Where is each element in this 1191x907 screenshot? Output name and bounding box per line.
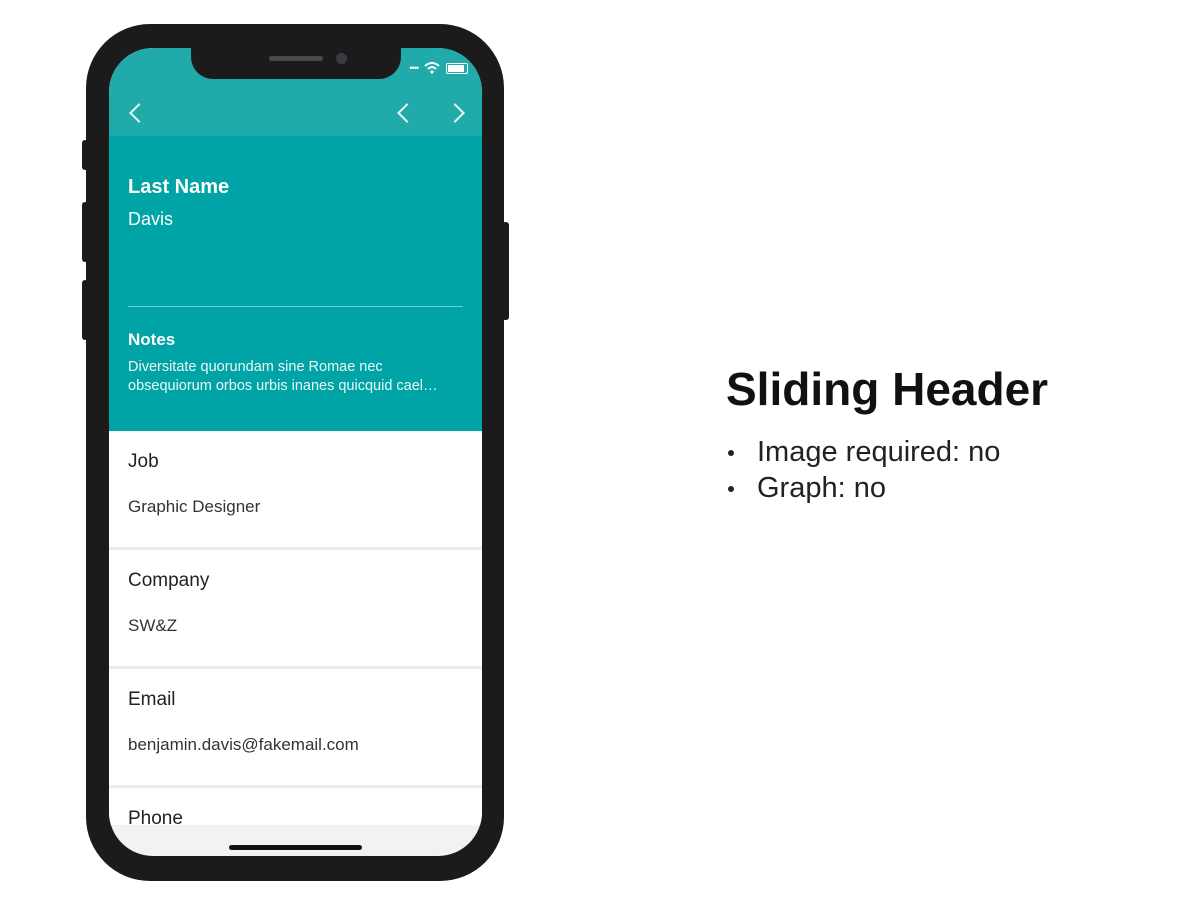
chevron-left-icon — [129, 103, 149, 123]
volume-down-button — [82, 280, 88, 340]
back-button[interactable] — [126, 102, 149, 124]
previous-record-button[interactable] — [394, 102, 417, 124]
last-name-value: Davis — [128, 209, 174, 229]
pattern-title: Sliding Header — [726, 363, 1049, 415]
next-record-button[interactable] — [445, 102, 466, 124]
field-label: Job — [128, 451, 159, 472]
field-value: Graphic Designer — [128, 497, 261, 516]
notch — [191, 48, 401, 79]
sliding-header: Last Name Davis Notes Diversitate quorun… — [109, 136, 482, 431]
notes-text: Diversitate quorundam sine Romae nec obs… — [128, 358, 468, 396]
mute-switch — [82, 140, 88, 170]
phone-card[interactable]: Phone — [109, 788, 482, 825]
status-bar: •••• — [409, 62, 468, 74]
chevron-left-icon — [397, 103, 417, 123]
last-name-label: Last Name — [128, 176, 230, 198]
header-divider — [128, 306, 463, 307]
field-value: benjamin.davis@fakemail.com — [128, 735, 359, 754]
chevron-right-icon — [445, 103, 465, 123]
power-button — [502, 222, 509, 320]
property-item: Image required: no — [726, 435, 1000, 471]
notes-label: Notes — [128, 330, 176, 349]
speaker-grille — [269, 56, 323, 61]
front-camera-icon — [336, 53, 347, 64]
field-label: Email — [128, 689, 176, 710]
company-card[interactable]: Company SW&Z — [109, 550, 482, 669]
email-card[interactable]: Email benjamin.davis@fakemail.com — [109, 669, 482, 788]
pattern-properties-list: Image required: no Graph: no — [726, 435, 1000, 507]
property-item: Graph: no — [726, 471, 1000, 507]
job-card[interactable]: Job Graphic Designer — [109, 431, 482, 550]
battery-icon — [446, 62, 468, 74]
signal-icon: •••• — [409, 63, 419, 73]
volume-up-button — [82, 202, 88, 262]
field-label: Phone — [128, 808, 183, 825]
notes-line: Diversitate quorundam sine Romae nec — [128, 359, 383, 375]
wifi-icon — [424, 62, 440, 74]
field-label: Company — [128, 570, 210, 591]
home-indicator[interactable] — [229, 845, 362, 850]
notes-line: obsequiorum orbos urbis inanes quicquid … — [128, 378, 438, 394]
phone-screen: •••• Last Name Davis Notes Diversitate q… — [109, 48, 482, 856]
field-value: SW&Z — [128, 616, 178, 635]
